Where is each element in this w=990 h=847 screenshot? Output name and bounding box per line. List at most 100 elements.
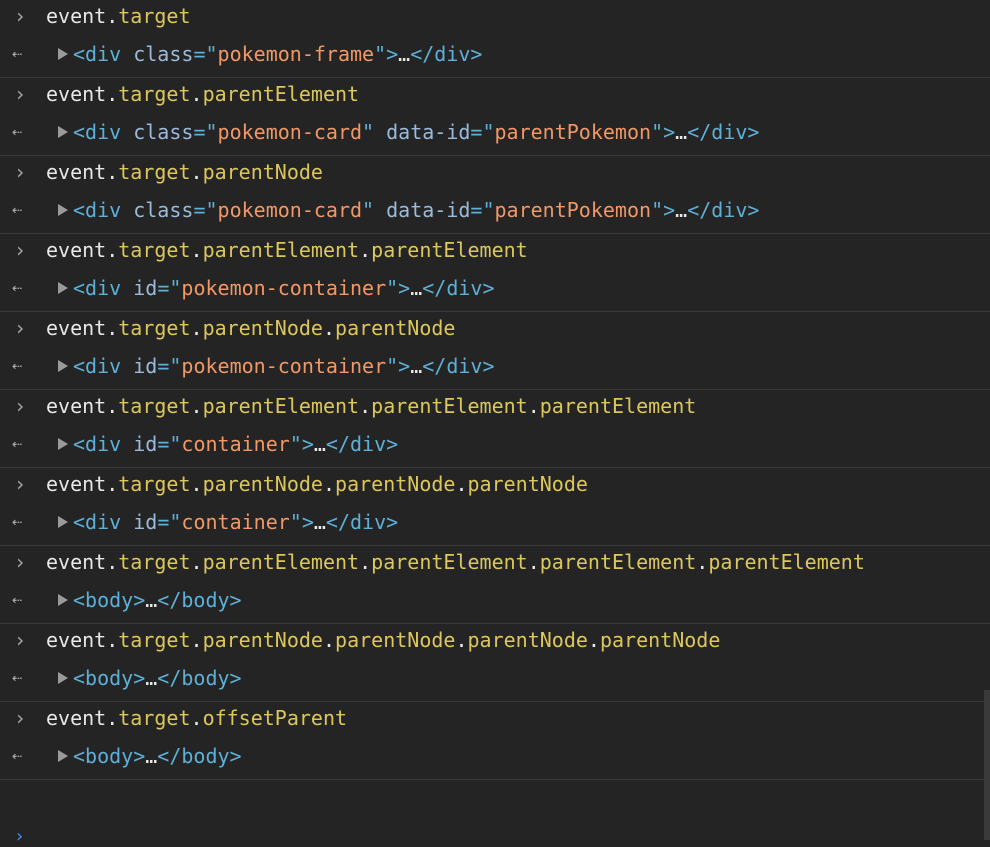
console-result-line[interactable]: ⇠ <div class="pokemon-card" data-id="pare… [0, 196, 990, 233]
ellipsis-token: … [145, 744, 158, 768]
html-tag-token: "> [651, 198, 676, 222]
html-tag-token: =" [193, 42, 218, 66]
dot-token: . [106, 394, 119, 418]
scrollbar[interactable] [984, 690, 990, 840]
console-input-line[interactable]: › event.target.parentElement.parentElemen… [0, 390, 990, 430]
disclosure-triangle-icon[interactable] [58, 125, 68, 138]
disclosure-triangle-icon[interactable] [58, 281, 68, 294]
console-entry: › event.target.parentElement.parentElemen… [0, 390, 990, 468]
html-tag-token: =" [470, 120, 495, 144]
return-arrow-icon: ⇠ [12, 356, 23, 376]
disclosure-triangle-icon[interactable] [58, 359, 68, 372]
object-token: event [46, 550, 107, 574]
return-arrow-icon: ⇠ [12, 590, 23, 610]
attribute-name-token: class [133, 198, 194, 222]
html-tag-token: </div> [410, 42, 483, 66]
html-tag-token: <div [73, 510, 134, 534]
disclosure-triangle-icon[interactable] [58, 515, 68, 528]
html-tag-token: </body> [157, 588, 242, 612]
dot-token: . [587, 628, 600, 652]
property-token: target [118, 160, 191, 184]
dot-token: . [190, 628, 203, 652]
console-input-line[interactable]: › event.target.parentElement.parentElemen… [0, 234, 990, 274]
attribute-name-token: class [133, 120, 194, 144]
console-input-line[interactable]: › event.target.parentNode.parentNode [0, 312, 990, 352]
disclosure-triangle-icon[interactable] [58, 593, 68, 606]
property-token: parentNode [335, 628, 456, 652]
attribute-value-token: pokemon-frame [217, 42, 375, 66]
chevron-right-icon: › [14, 826, 25, 847]
object-token: event [46, 394, 107, 418]
dot-token: . [190, 706, 203, 730]
property-token: parentElement [202, 550, 360, 574]
disclosure-triangle-icon[interactable] [58, 749, 68, 762]
return-arrow-icon: ⇠ [12, 122, 23, 142]
property-token: target [118, 316, 191, 340]
console-result-line[interactable]: ⇠ <div id="container">…</div> [0, 508, 990, 545]
console-result-line[interactable]: ⇠ <div class="pokemon-card" data-id="pare… [0, 118, 990, 155]
html-tag-token: <div [73, 42, 134, 66]
dot-token: . [455, 628, 468, 652]
console-entry: › event.target.offsetParent ⇠ <body>…</body… [0, 702, 990, 780]
console-input-line[interactable]: › event.target.parentNode.parentNode.pare… [0, 624, 990, 664]
ellipsis-token: … [313, 510, 326, 534]
console-result-line[interactable]: ⇠ <div class="pokemon-frame">…</div> [0, 40, 990, 77]
property-token: parentElement [708, 550, 865, 574]
console-input-line[interactable]: › event.target.parentNode [0, 156, 990, 196]
ellipsis-token: … [145, 588, 158, 612]
disclosure-triangle-icon[interactable] [58, 671, 68, 684]
html-tag-token: " [362, 198, 387, 222]
object-token: event [46, 238, 107, 262]
dot-token: . [455, 472, 468, 496]
console-result-line[interactable]: ⇠ <body>…</body> [0, 742, 990, 779]
console-result-line[interactable]: ⇠ <div id="pokemon-container">…</div> [0, 352, 990, 389]
html-tag-token: <div [73, 120, 134, 144]
html-tag-token: " [362, 120, 387, 144]
console-input-line[interactable]: › event.target [0, 0, 990, 40]
property-token: parentElement [539, 394, 697, 418]
attribute-name-token: class [133, 42, 194, 66]
chevron-right-icon: › [14, 82, 27, 106]
disclosure-triangle-icon[interactable] [58, 47, 68, 60]
property-token: parentElement [371, 394, 528, 418]
console-result-line[interactable]: ⇠ <body>…</body> [0, 664, 990, 701]
disclosure-triangle-icon[interactable] [58, 203, 68, 216]
dot-token: . [190, 82, 203, 106]
attribute-name-token: data-id [386, 198, 471, 222]
property-token: offsetParent [202, 706, 348, 730]
console-input-line[interactable]: › event.target.offsetParent [0, 702, 990, 742]
object-token: event [46, 4, 107, 28]
html-tag-token: </div> [687, 120, 760, 144]
chevron-right-icon: › [14, 628, 27, 652]
object-token: event [46, 628, 107, 652]
chevron-right-icon: › [14, 472, 27, 496]
attribute-name-token: id [133, 432, 158, 456]
return-arrow-icon: ⇠ [12, 668, 23, 688]
console-input-line[interactable]: › event.target.parentNode.parentNode.pare… [0, 468, 990, 508]
chevron-right-icon: › [14, 394, 27, 418]
console-result-line[interactable]: ⇠ <div id="pokemon-container">…</div> [0, 274, 990, 311]
property-token: target [118, 550, 191, 574]
console-input-line[interactable]: › event.target.parentElement.parentElemen… [0, 546, 990, 586]
console-result-line[interactable]: ⇠ <div id="container">…</div> [0, 430, 990, 467]
console-result-line[interactable]: ⇠ <body>…</body> [0, 586, 990, 623]
property-token: parentNode [202, 316, 323, 340]
dot-token: . [322, 472, 336, 496]
disclosure-triangle-icon[interactable] [58, 437, 68, 450]
object-token: event [46, 706, 107, 730]
ellipsis-token: … [410, 276, 423, 300]
property-token: parentElement [202, 82, 360, 106]
console-panel: › event.target ⇠ <div class="pokemon-frame"… [0, 0, 990, 847]
console-input-line[interactable]: › event.target.parentElement [0, 78, 990, 118]
html-tag-token: "> [651, 120, 676, 144]
attribute-name-token: id [133, 354, 158, 378]
dot-token: . [190, 394, 203, 418]
console-entry: › event.target.parentNode ⇠ <div class="pok… [0, 156, 990, 234]
property-token: target [118, 706, 191, 730]
dot-token: . [359, 550, 372, 574]
chevron-right-icon: › [14, 316, 27, 340]
attribute-value-token: parentPokemon [494, 198, 652, 222]
dot-token: . [106, 316, 119, 340]
dot-token: . [190, 550, 203, 574]
property-token: parentElement [202, 238, 360, 262]
